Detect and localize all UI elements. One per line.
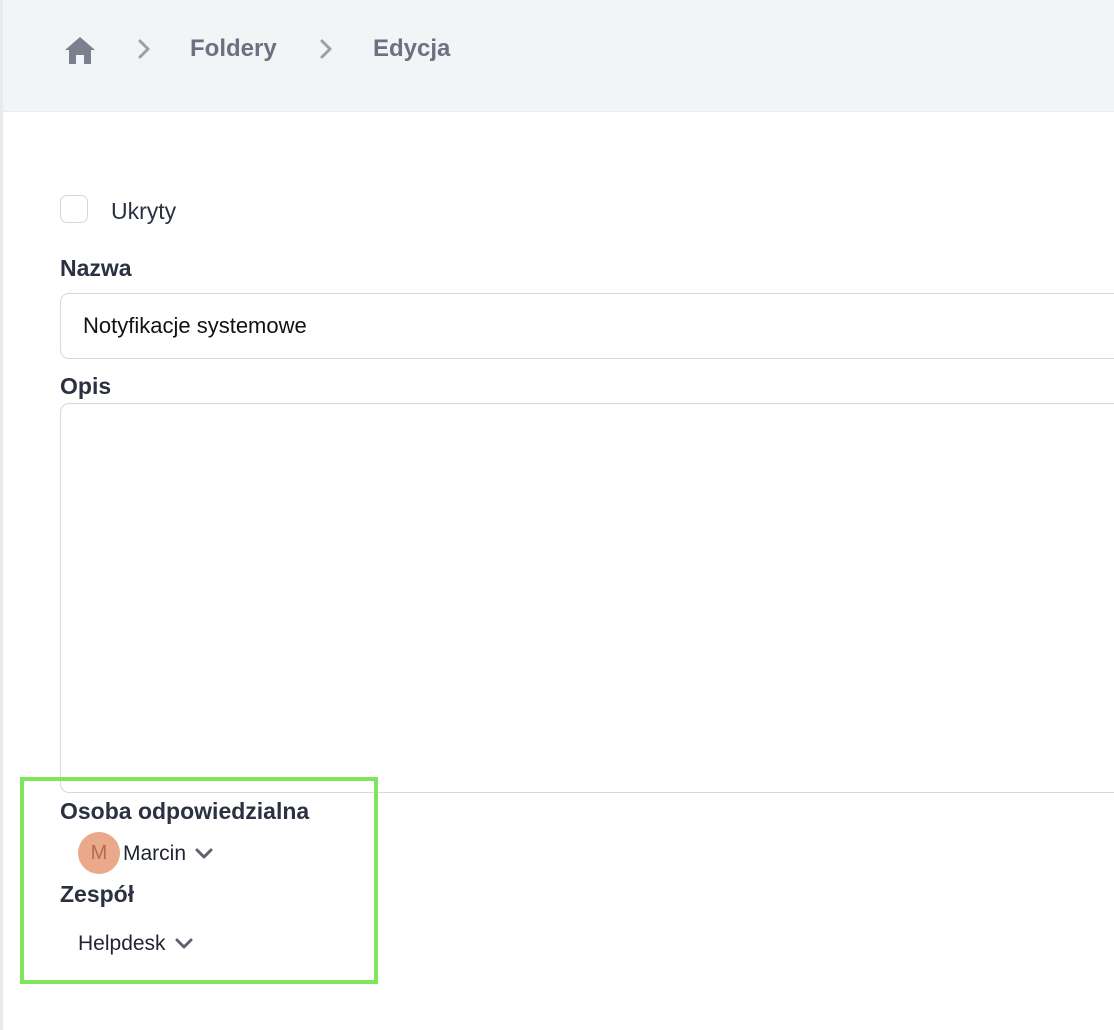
name-input[interactable] (60, 293, 1114, 359)
breadcrumb-item-edit[interactable]: Edycja (373, 34, 450, 64)
page: Foldery Edycja Ukryty Nazwa Opis Osoba o… (0, 0, 1114, 1030)
chevron-right-icon (138, 39, 150, 59)
breadcrumb: Foldery Edycja (3, 0, 1114, 112)
left-edge-divider (0, 0, 3, 1030)
hidden-checkbox[interactable] (60, 195, 88, 223)
owner-field-label: Osoba odpowiedzialna (60, 798, 310, 824)
chevron-down-icon (175, 938, 193, 949)
owner-select-value: Marcin (123, 842, 187, 865)
description-field-label: Opis (60, 373, 112, 399)
team-select[interactable]: Helpdesk (78, 931, 194, 957)
description-textarea[interactable] (60, 403, 1114, 793)
name-field-label: Nazwa (60, 255, 132, 281)
team-select-value: Helpdesk (78, 932, 166, 955)
owner-select[interactable]: Marcin (123, 841, 214, 867)
team-field-label: Zespół (60, 881, 135, 907)
avatar: M (78, 832, 120, 874)
chevron-right-icon (320, 39, 332, 59)
hidden-checkbox-label: Ukryty (111, 198, 177, 224)
home-icon[interactable] (63, 34, 97, 66)
breadcrumb-item-folders[interactable]: Foldery (190, 34, 277, 64)
chevron-down-icon (195, 848, 213, 859)
